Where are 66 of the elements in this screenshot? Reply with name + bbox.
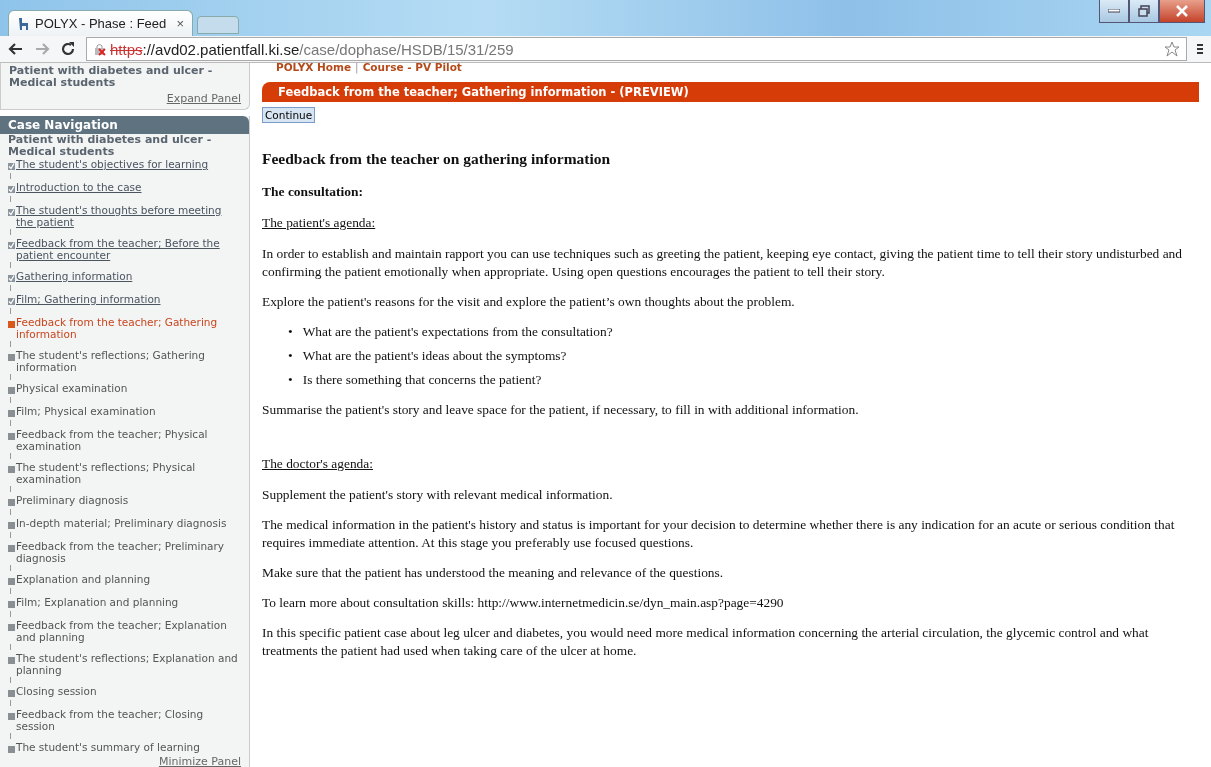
navigation-link[interactable]: Preliminary diagnosis (16, 494, 129, 506)
address-bar[interactable]: https://avd02.patientfall.ki.se/case/dophase/HSDB/15/31/259 (86, 37, 1187, 61)
navigation-link[interactable]: Introduction to the case (16, 181, 142, 193)
navigation-link[interactable]: The student's reflections; Physical examination (16, 461, 241, 485)
close-icon (1176, 5, 1188, 17)
navigation-link[interactable]: The student's objectives for learning (16, 158, 209, 170)
navigation-link[interactable]: Film; Explanation and planning (16, 596, 179, 608)
navigation-link[interactable]: The student's reflections; Gathering information (16, 349, 241, 373)
navigation-link[interactable]: Feedback from the teacher; Closing session (16, 708, 241, 732)
navigation-link[interactable]: Feedback from the teacher; Preliminary diagnosis (16, 540, 241, 564)
navigation-link[interactable]: Film; Physical examination (16, 405, 156, 417)
navigation-link[interactable]: In-depth material; Preliminary diagnosis (16, 517, 227, 529)
bullet-item: What are the patient's ideas about the symptoms? (302, 347, 567, 365)
paragraph: The medical information in the patient's history and status is important for your decision to determine whether there is any indication for an acute or serious condition that requires immediate attention. At this stage you preferably use focused questions. (262, 516, 1176, 552)
insecure-lock-icon (93, 42, 107, 56)
paragraph: To learn more about consultation skills: http://www.internetmedicin.se/dyn_main.asp?page=4290 (262, 594, 785, 612)
restore-button[interactable] (1129, 0, 1159, 23)
menu-icon[interactable] (1197, 42, 1203, 56)
panel-heading: Case Navigation (0, 116, 249, 134)
navigation-link[interactable]: Feedback from the teacher; Gathering information (16, 316, 241, 340)
home-link[interactable]: POLYX Home (276, 61, 352, 73)
navigation-link[interactable]: Physical examination (16, 382, 128, 394)
navigation-link[interactable]: Feedback from the teacher; Physical examination (16, 428, 241, 452)
restore-icon (1138, 5, 1150, 17)
section-heading: The consultation: (262, 183, 364, 201)
close-button[interactable] (1159, 0, 1205, 23)
navigation-link[interactable]: The student's summary of learning (16, 741, 200, 753)
agenda-label: The patient's agenda: (262, 214, 377, 232)
navigation-link[interactable]: Gathering information (16, 270, 133, 282)
bullet-mark: • (288, 347, 293, 365)
paragraph: Summarise the patient's story and leave space for the patient, if necessary, to fill in with additional information. (262, 401, 860, 419)
browser-tab[interactable]: POLYX - Phase : Feed × (8, 10, 193, 36)
url-text: https://avd02.patientfall.ki.se/case/dophase/HSDB/15/31/259 (110, 40, 514, 58)
paragraph: Explore the patient's reasons for the visit and explore the patient’s own thoughts about the problem. (262, 293, 796, 311)
star-icon[interactable] (1164, 41, 1180, 57)
case-title: Patient with diabetes and ulcer - Medical students (9, 65, 214, 89)
tab-close-button[interactable]: × (176, 16, 184, 31)
paragraph: Supplement the patient's story with relevant medical information. (262, 486, 614, 504)
tab-title: POLYX - Phase : Feed (35, 16, 168, 31)
paragraph: In order to establish and maintain rapport you can use techniques such as greeting the patient, keeping eye contact, giving the patient time to tell their story undisturbed and confirming the patient emotionally when appropriate. Using open questions encourages the patient to tell their story. (262, 245, 1183, 281)
bullet-item: Is there something that concerns the patient? (302, 371, 542, 389)
bullet-mark: • (288, 371, 293, 389)
link-separator: | (355, 61, 359, 73)
navigation-link[interactable]: Closing session (16, 685, 97, 697)
navigation-link[interactable]: Explanation and planning (16, 573, 151, 585)
navigation-link[interactable]: Film; Gathering information (16, 293, 161, 305)
bullet-item: What are the patient's expectations from the consultation? (302, 323, 613, 341)
case-title: Patient with diabetes and ulcer - Medical students (8, 134, 213, 158)
page-heading: Feedback from the teacher on gathering information (262, 150, 612, 168)
navigation-link[interactable]: Feedback from the teacher; Explanation and planning (16, 619, 241, 643)
navigation-link[interactable]: The student's thoughts before meeting the patient (16, 204, 241, 228)
paragraph: In this specific patient case about leg ulcer and diabetes, you would need more medical information concerning the arterial circulation, the glycemic control and what treatments the patient had used when taking care of the ulcer at home. (262, 624, 1150, 660)
reload-icon[interactable] (60, 41, 76, 57)
back-icon[interactable] (8, 41, 24, 57)
navigation-link[interactable]: Feedback from the teacher; Before the patient encounter (16, 237, 241, 261)
minimize-panel-link[interactable]: Minimize Panel (158, 755, 241, 767)
course-link[interactable]: Course - PV Pilot (362, 61, 462, 73)
minimize-icon (1108, 9, 1120, 13)
phase-title-bar: Feedback from the teacher; Gathering information - (PREVIEW) (262, 82, 1199, 102)
navigation-link[interactable]: The student's reflections; Explanation and planning (16, 652, 241, 676)
paragraph: Make sure that the patient has understood the meaning and relevance of the questions. (262, 564, 725, 582)
bullet-mark: • (288, 323, 293, 341)
minimize-button[interactable] (1099, 0, 1129, 23)
continue-button[interactable]: Continue (262, 107, 316, 123)
agenda-label: The doctor's agenda: (262, 455, 374, 473)
expand-panel-link[interactable]: Expand Panel (166, 92, 241, 105)
